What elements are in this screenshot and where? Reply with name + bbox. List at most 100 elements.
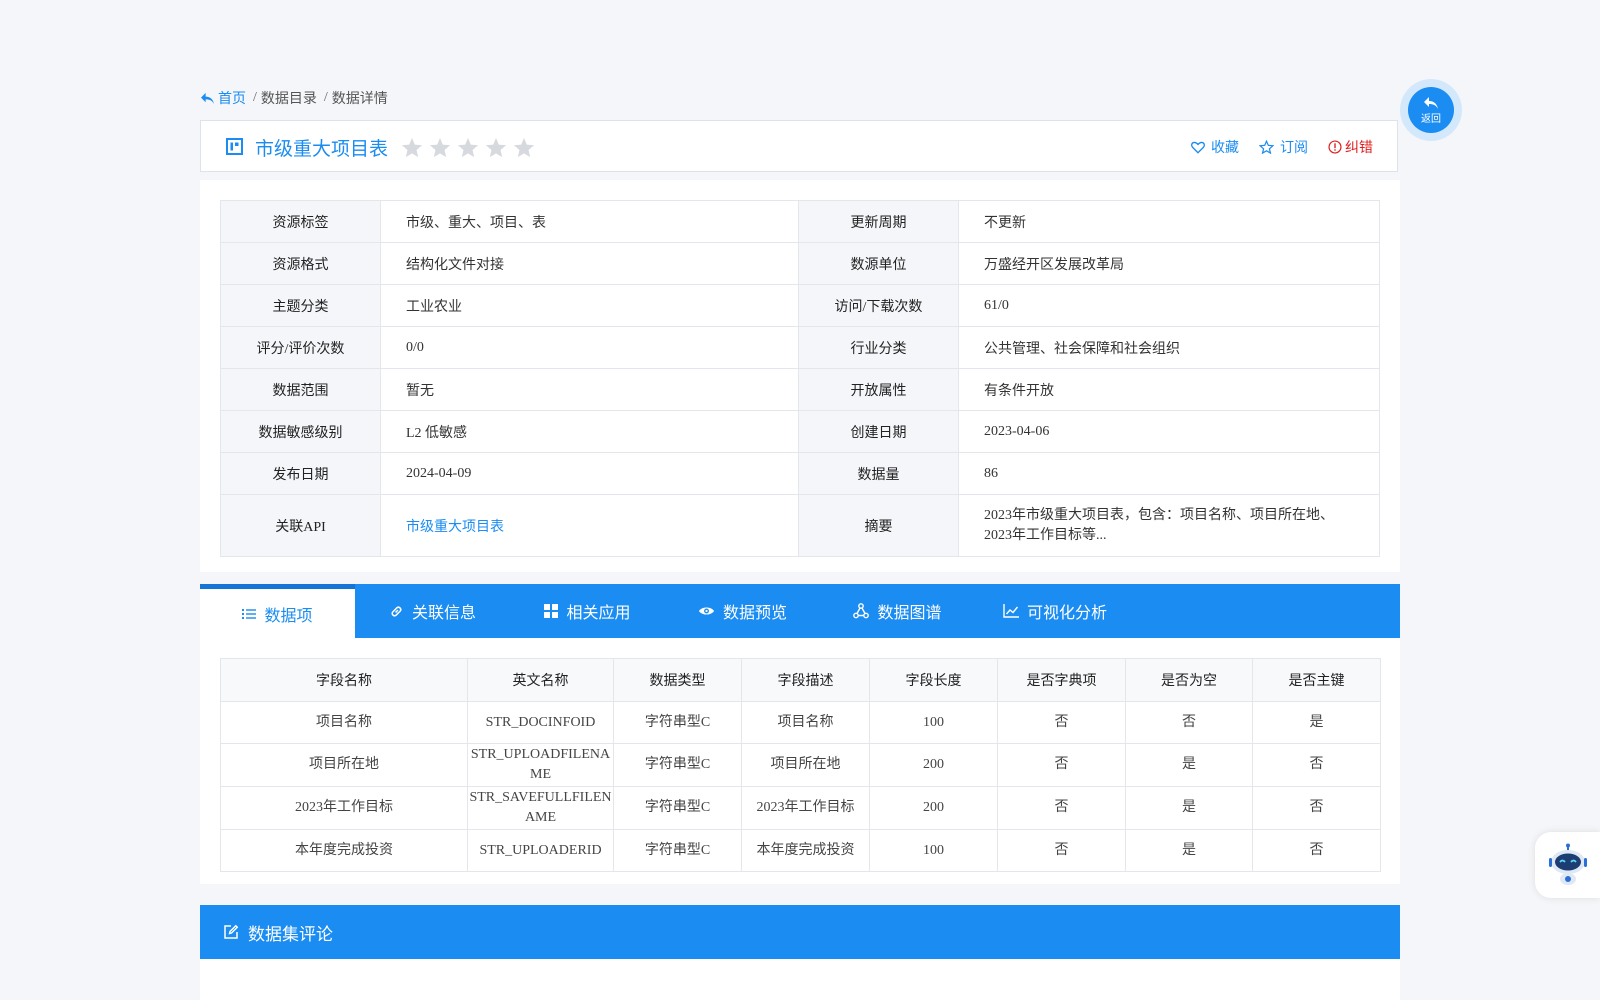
star-outline-icon <box>1259 140 1274 154</box>
info-row: 评分/评价次数 0/0 行业分类 公共管理、社会保障和社会组织 <box>220 326 1380 369</box>
table-cell: 本年度完成投资 <box>220 829 468 872</box>
info-row: 资源格式 结构化文件对接 数源单位 万盛经开区发展改革局 <box>220 242 1380 285</box>
back-button[interactable]: 返回 <box>1400 79 1462 141</box>
link-icon <box>391 606 402 616</box>
related-api-link[interactable]: 市级重大项目表 <box>380 494 799 557</box>
info-value: 万盛经开区发展改革局 <box>958 242 1380 285</box>
info-key: 摘要 <box>798 494 959 557</box>
column-header: 字段长度 <box>869 658 998 702</box>
info-panel: 资源标签 市级、重大、项目、表 更新周期 不更新 资源格式 结构化文件对接 数源… <box>200 180 1400 572</box>
breadcrumb: 首页 / 数据目录 / 数据详情 <box>200 88 388 108</box>
info-key: 数据范围 <box>220 368 381 411</box>
breadcrumb-item-catalog[interactable]: 数据目录 <box>261 88 317 108</box>
info-value: 2024-04-09 <box>380 452 799 495</box>
table-cell: 2023年工作目标 <box>741 786 870 830</box>
info-value: 有条件开放 <box>958 368 1380 411</box>
table-cell: 否 <box>1252 786 1381 830</box>
tab-label: 可视化分析 <box>1026 605 1107 622</box>
column-header: 字段描述 <box>741 658 870 702</box>
column-header: 英文名称 <box>467 658 614 702</box>
info-row: 资源标签 市级、重大、项目、表 更新周期 不更新 <box>220 200 1380 243</box>
info-key: 访问/下载次数 <box>798 284 959 327</box>
info-row: 发布日期 2024-04-09 数据量 86 <box>220 452 1380 495</box>
table-cell: 否 <box>997 743 1126 787</box>
report-error-button[interactable]: 纠错 <box>1328 137 1373 157</box>
table-cell: STR_DOCINFOID <box>467 701 614 744</box>
back-button-label: 返回 <box>1421 113 1441 125</box>
info-value: 0/0 <box>380 326 799 369</box>
info-key: 数源单位 <box>798 242 959 285</box>
star-icon[interactable] <box>429 137 451 158</box>
table-cell: STR_UPLOADFILENAME <box>467 743 614 787</box>
info-key: 发布日期 <box>220 452 381 495</box>
table-cell: 本年度完成投资 <box>741 829 870 872</box>
comments-panel <box>200 959 1400 1000</box>
tab-data-graph[interactable]: 数据图谱 <box>820 584 975 638</box>
info-value: 不更新 <box>958 200 1380 243</box>
reply-arrow-icon <box>201 92 214 104</box>
table-cell: 是 <box>1125 786 1253 830</box>
tab-data-items[interactable]: 数据项 <box>200 584 355 638</box>
list-icon <box>242 608 257 619</box>
title-actions: 收藏 订阅 纠错 <box>1191 137 1373 157</box>
table-header-row: 字段名称 英文名称 数据类型 字段描述 字段长度 是否字典项 是否为空 是否主键 <box>220 658 1381 702</box>
fields-table: 字段名称 英文名称 数据类型 字段描述 字段长度 是否字典项 是否为空 是否主键… <box>220 658 1381 872</box>
star-icon[interactable] <box>485 137 507 158</box>
table-cell: 是 <box>1252 701 1381 744</box>
alert-circle-icon <box>1328 140 1342 154</box>
tab-related-apps[interactable]: 相关应用 <box>510 584 665 638</box>
tab-label: 相关应用 <box>566 605 631 622</box>
breadcrumb-separator: / <box>253 90 257 105</box>
robot-icon <box>1548 843 1587 885</box>
tab-label: 数据图谱 <box>877 605 942 622</box>
info-value: 2023-04-06 <box>958 410 1380 453</box>
tab-data-preview[interactable]: 数据预览 <box>665 584 820 638</box>
info-row: 主题分类 工业农业 访问/下载次数 61/0 <box>220 284 1380 327</box>
table-cell: STR_UPLOADERID <box>467 829 614 872</box>
star-icon[interactable] <box>457 137 479 158</box>
rating-stars[interactable] <box>401 137 535 158</box>
line-chart-icon <box>1003 604 1019 618</box>
breadcrumb-home-label: 首页 <box>218 92 246 107</box>
info-value: 86 <box>958 452 1380 495</box>
table-cell: 项目所在地 <box>220 743 468 787</box>
tab-related-info[interactable]: 关联信息 <box>355 584 510 638</box>
table-cell: 否 <box>1125 701 1253 744</box>
info-key: 开放属性 <box>798 368 959 411</box>
info-row: 数据范围 暂无 开放属性 有条件开放 <box>220 368 1380 411</box>
tab-label: 数据项 <box>264 607 313 625</box>
info-key: 行业分类 <box>798 326 959 369</box>
info-value: 结构化文件对接 <box>380 242 799 285</box>
star-icon[interactable] <box>401 137 423 158</box>
table-row: 项目名称 STR_DOCINFOID 字符串型C 项目名称 100 否 否 是 <box>220 701 1381 744</box>
breadcrumb-home[interactable]: 首页 <box>200 88 246 108</box>
info-table: 资源标签 市级、重大、项目、表 更新周期 不更新 资源格式 结构化文件对接 数源… <box>220 200 1380 557</box>
assistant-robot-button[interactable] <box>1535 832 1600 898</box>
info-value: 61/0 <box>958 284 1380 327</box>
table-cell: 否 <box>997 701 1126 744</box>
report-error-label: 纠错 <box>1345 141 1373 156</box>
tab-visual-analysis[interactable]: 可视化分析 <box>975 584 1135 638</box>
column-header: 字段名称 <box>220 658 468 702</box>
table-cell: 字符串型C <box>613 743 742 787</box>
column-header: 是否为空 <box>1125 658 1253 702</box>
table-cell: 200 <box>869 743 998 787</box>
star-icon[interactable] <box>513 137 535 158</box>
subscribe-button[interactable]: 订阅 <box>1259 137 1308 157</box>
info-key: 创建日期 <box>798 410 959 453</box>
favorite-button[interactable]: 收藏 <box>1191 137 1239 157</box>
tab-label: 关联信息 <box>411 605 476 622</box>
table-cell: 是 <box>1125 829 1253 872</box>
title-card: 市级重大项目表 收藏 订阅 纠错 <box>200 120 1398 172</box>
table-cell: 否 <box>997 829 1126 872</box>
info-key: 数据量 <box>798 452 959 495</box>
back-button-inner: 返回 <box>1408 87 1454 133</box>
comments-header: 数据集评论 <box>200 905 1400 959</box>
table-cell: 100 <box>869 701 998 744</box>
table-cell: 是 <box>1125 743 1253 787</box>
info-value: 暂无 <box>380 368 799 411</box>
table-cell: 否 <box>1252 743 1381 787</box>
info-key: 数据敏感级别 <box>220 410 381 453</box>
table-cell: STR_SAVEFULLFILENAME <box>467 786 614 830</box>
comments-title: 数据集评论 <box>248 924 333 944</box>
